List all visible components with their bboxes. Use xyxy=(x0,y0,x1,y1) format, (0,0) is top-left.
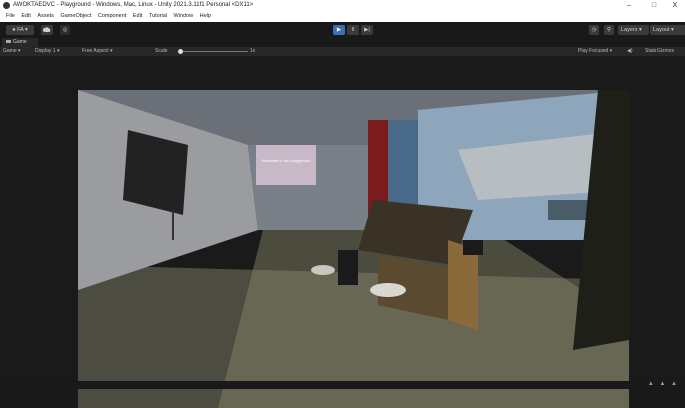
scale-slider-handle[interactable] xyxy=(178,49,183,54)
game-render: Welcome to the playground xyxy=(78,90,629,408)
unity-logo-icon xyxy=(3,2,10,9)
pause-button[interactable]: II xyxy=(347,25,359,35)
chair-back xyxy=(338,250,358,285)
tv-screen xyxy=(123,130,188,215)
menu-file[interactable]: File xyxy=(4,11,17,22)
step-button[interactable]: ▶| xyxy=(361,25,373,35)
menu-bar: File Edit Assets GameObject Component Ed… xyxy=(0,11,685,22)
play-button[interactable]: ▶ xyxy=(333,25,345,35)
tab-game-label: Game xyxy=(13,39,27,45)
user-icon: ● xyxy=(12,27,16,33)
menu-tutorial[interactable]: Tutorial xyxy=(147,11,169,22)
status-bar: ▲ ▲ ▲ xyxy=(0,381,685,389)
play-focused-dropdown[interactable]: Play Focused ▾ xyxy=(578,47,612,56)
pause-icon: II xyxy=(351,27,355,33)
maximize-button[interactable]: □ xyxy=(645,0,663,11)
account-dropdown[interactable]: ● FA ▾ xyxy=(6,25,34,35)
stats-toggle[interactable]: Stats xyxy=(645,47,656,56)
chair-seat xyxy=(370,283,406,297)
menu-window[interactable]: Window xyxy=(172,11,196,22)
close-button[interactable]: X xyxy=(666,0,684,11)
account-label: FA ▾ xyxy=(17,27,28,33)
display-dropdown[interactable]: Display 1 ▾ xyxy=(35,47,59,56)
window-title: AWOKTAEDVC - Playground - Windows, Mac, … xyxy=(13,2,254,8)
presentation-screen xyxy=(256,145,316,185)
history-button[interactable]: ◷ xyxy=(589,25,599,35)
main-toolbar: ● FA ▾ ◎ ▶ II ▶| ◷ ⚲ Layers ▾ Layout ▾ xyxy=(0,22,685,38)
presentation-text: Welcome to the playground xyxy=(262,158,311,163)
history-icon: ◷ xyxy=(591,27,597,33)
tab-game[interactable]: Game xyxy=(2,38,38,47)
play-icon: ▶ xyxy=(336,27,342,33)
layers-dropdown[interactable]: Layers ▾ xyxy=(618,25,649,35)
search-button[interactable]: ⚲ xyxy=(604,25,614,35)
gizmos-toggle[interactable]: Gizmos xyxy=(657,47,674,56)
minimize-button[interactable]: – xyxy=(620,0,638,11)
chair-back-2 xyxy=(463,240,483,255)
chair-seat-2 xyxy=(311,265,335,275)
menu-edit-2[interactable]: Edit xyxy=(131,11,144,22)
scale-slider-track[interactable] xyxy=(178,51,248,52)
scale-value: 1x xyxy=(250,48,256,54)
status-icons: ▲ ▲ ▲ xyxy=(647,381,679,387)
cloud-button[interactable] xyxy=(41,25,53,35)
menu-help[interactable]: Help xyxy=(198,11,213,22)
window-titlebar: AWOKTAEDVC - Playground - Windows, Mac, … xyxy=(0,0,685,11)
tab-bar: Game xyxy=(0,38,685,47)
game-controller-icon xyxy=(6,40,11,44)
game-mode-dropdown[interactable]: Game ▾ xyxy=(3,47,21,56)
menu-component[interactable]: Component xyxy=(96,11,128,22)
menu-gameobject[interactable]: GameObject xyxy=(58,11,93,22)
scale-label: Scale xyxy=(155,48,168,54)
aspect-dropdown[interactable]: Free Aspect ▾ xyxy=(82,47,113,56)
step-icon: ▶| xyxy=(364,27,370,33)
collab-icon: ◎ xyxy=(62,27,68,33)
menu-assets[interactable]: Assets xyxy=(35,11,56,22)
menu-edit[interactable]: Edit xyxy=(19,11,32,22)
layout-dropdown[interactable]: Layout ▾ xyxy=(650,25,685,35)
game-viewport[interactable]: Welcome to the playground xyxy=(0,56,685,408)
game-view-toolbar: Game ▾ Display 1 ▾ Free Aspect ▾ Scale 1… xyxy=(0,47,685,56)
search-icon: ⚲ xyxy=(606,27,612,33)
collab-button[interactable]: ◎ xyxy=(60,25,70,35)
mute-audio-icon[interactable]: ◀) xyxy=(627,47,633,56)
cloud-icon xyxy=(43,27,51,32)
